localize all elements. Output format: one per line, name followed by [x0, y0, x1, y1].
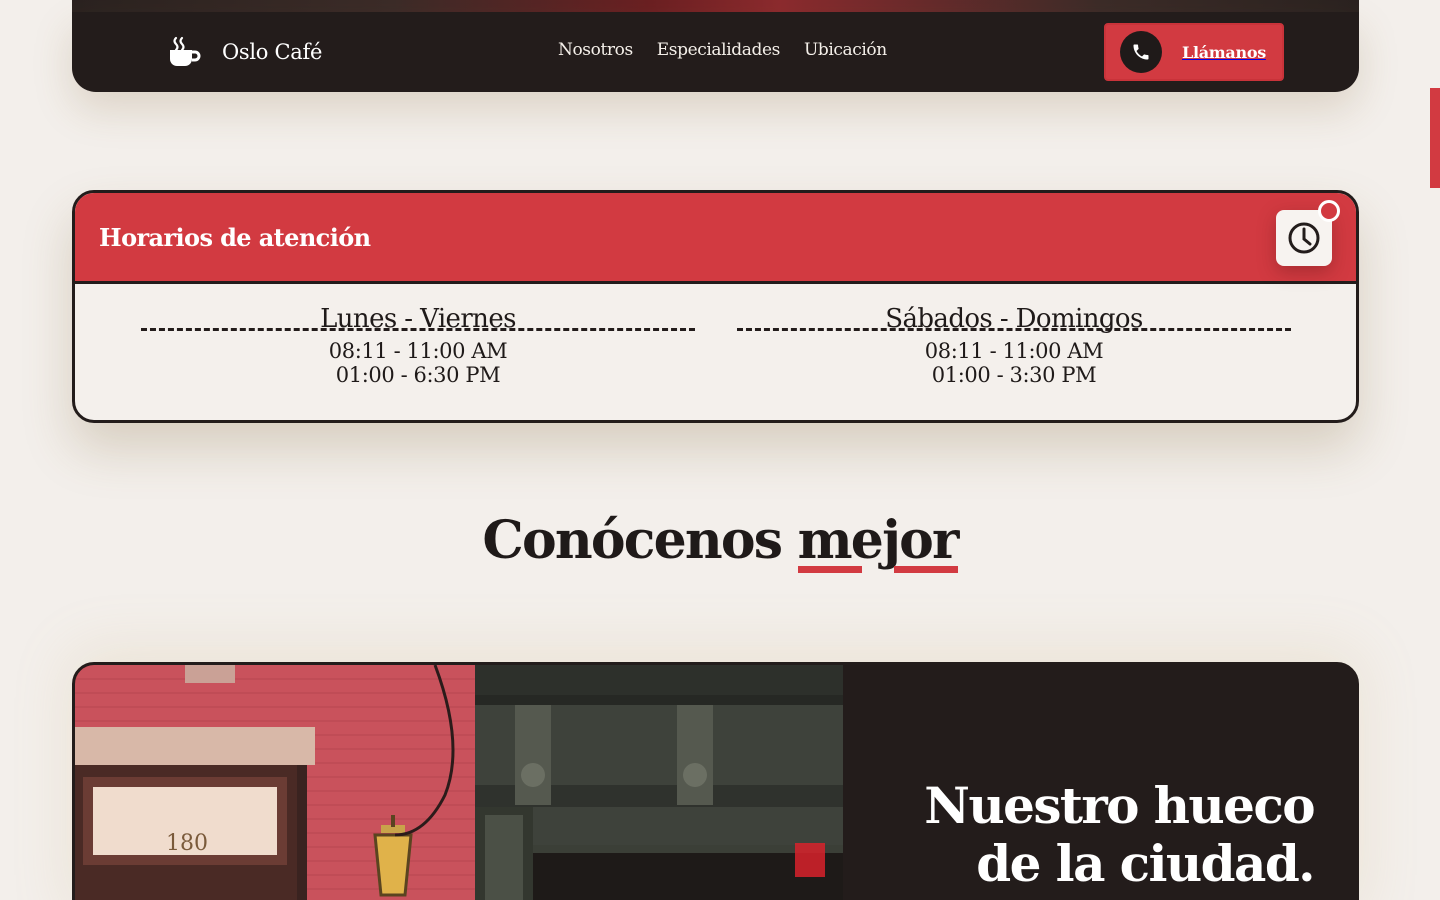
- section-title-highlight: mejor: [797, 510, 959, 573]
- storefront-photo: 180: [75, 665, 843, 900]
- schedule-time: 01:00 - 3:30 PM: [931, 363, 1097, 387]
- navbar: Oslo Café Nosotros Especialidades Ubicac…: [72, 12, 1359, 92]
- opening-hours-header: Horarios de atención: [75, 193, 1356, 284]
- schedule-days: Sábados - Domingos: [885, 304, 1143, 334]
- section-title-prefix: Conócenos: [482, 510, 783, 571]
- section-title: Conócenos mejor: [0, 510, 1440, 573]
- call-button-label: Llámanos: [1182, 42, 1266, 62]
- about-card: 180 Nuestro hueco de la ciudad.: [72, 662, 1359, 900]
- storefront-photo-number: 180: [166, 831, 208, 856]
- about-heading: Nuestro hueco de la ciudad.: [924, 776, 1315, 893]
- brand[interactable]: Oslo Café: [168, 34, 322, 70]
- schedule-weekdays: Lunes - Viernes 08:11 - 11:00 AM 01:00 -…: [141, 304, 695, 387]
- notification-dot: [1318, 200, 1340, 222]
- clock-icon: [1276, 200, 1340, 266]
- nav-link-especialidades[interactable]: Especialidades: [657, 40, 781, 60]
- schedule-weekends: Sábados - Domingos 08:11 - 11:00 AM 01:0…: [737, 304, 1291, 387]
- schedule-days: Lunes - Viernes: [320, 304, 516, 334]
- nav-link-ubicacion[interactable]: Ubicación: [804, 40, 887, 60]
- call-button[interactable]: Llámanos: [1104, 23, 1284, 81]
- about-heading-line1: Nuestro hueco: [924, 776, 1315, 835]
- opening-hours-title: Horarios de atención: [99, 223, 371, 252]
- nav-link-nosotros[interactable]: Nosotros: [558, 40, 633, 60]
- opening-hours-body: Lunes - Viernes 08:11 - 11:00 AM 01:00 -…: [75, 284, 1356, 420]
- main-nav: Nosotros Especialidades Ubicación: [558, 40, 887, 60]
- phone-icon: [1120, 31, 1162, 73]
- schedule-time: 08:11 - 11:00 AM: [328, 339, 508, 363]
- scroll-indicator[interactable]: [1430, 88, 1440, 188]
- schedule-time: 08:11 - 11:00 AM: [924, 339, 1104, 363]
- brand-name: Oslo Café: [222, 40, 323, 64]
- schedule-time: 01:00 - 6:30 PM: [335, 363, 501, 387]
- about-heading-line2: de la ciudad.: [976, 834, 1315, 893]
- opening-hours-card: Horarios de atención Lunes - Viernes 08:…: [72, 190, 1359, 423]
- coffee-cup-icon: [168, 36, 202, 68]
